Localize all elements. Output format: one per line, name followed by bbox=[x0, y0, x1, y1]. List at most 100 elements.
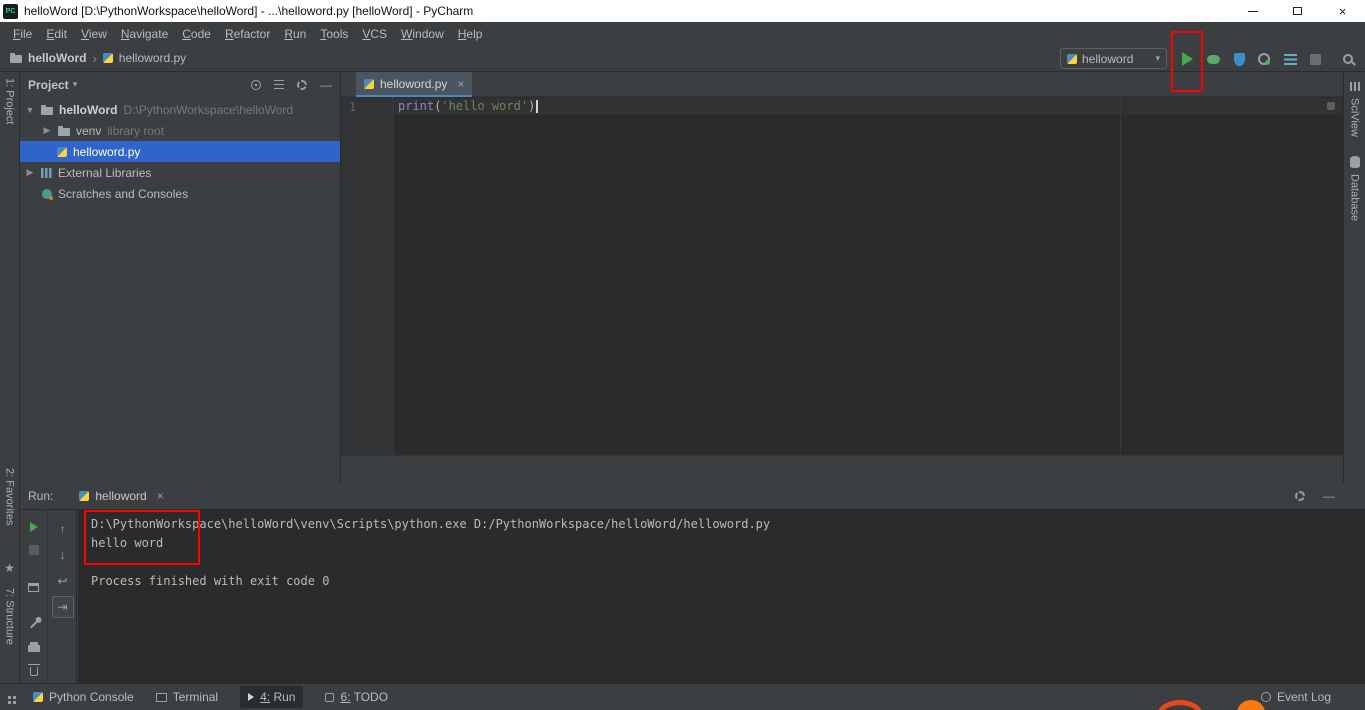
run-configuration-select[interactable]: helloword ▾ bbox=[1060, 48, 1167, 69]
folder-icon bbox=[10, 53, 22, 63]
code-line-1: print('hello word') bbox=[398, 99, 539, 113]
menu-file[interactable]: File bbox=[6, 24, 39, 44]
coverage-icon bbox=[1233, 52, 1245, 66]
run-panel-body: ↑ ↓ ↩ ⇥ D:\PythonWorkspace\helloWord\ven… bbox=[20, 509, 1365, 683]
menu-view[interactable]: View bbox=[74, 24, 114, 44]
text-caret bbox=[536, 100, 539, 113]
statusbar-python-console[interactable]: Python Console bbox=[33, 690, 134, 704]
tool-stripe-sciview[interactable]: SciView bbox=[1349, 98, 1361, 137]
soft-wrap-button[interactable]: ↩ bbox=[52, 570, 74, 592]
breadcrumb-file[interactable]: helloword.py bbox=[119, 51, 186, 65]
clear-console-button[interactable] bbox=[23, 661, 45, 679]
scratches-icon bbox=[42, 188, 53, 200]
console-command-line: D:\PythonWorkspace\helloWord\venv\Script… bbox=[91, 517, 771, 531]
tree-row-project-root[interactable]: ▼ helloWord D:\PythonWorkspace\helloWord bbox=[20, 99, 340, 120]
tree-collapsed-icon[interactable]: ▶ bbox=[25, 167, 35, 178]
console-output-line: hello word bbox=[91, 536, 164, 550]
run-console-output[interactable]: D:\PythonWorkspace\helloWord\venv\Script… bbox=[78, 510, 1365, 683]
menu-run[interactable]: Run bbox=[277, 24, 313, 44]
pin-tab-button[interactable] bbox=[23, 616, 45, 634]
tab-close-icon[interactable]: × bbox=[457, 77, 464, 91]
editor-bottom-strip bbox=[341, 455, 1343, 483]
database-icon[interactable] bbox=[1349, 156, 1360, 168]
todo-icon bbox=[325, 692, 335, 702]
navigation-toolbar: helloWord › helloword.py helloword ▾ bbox=[0, 45, 1365, 72]
annotation-box-console-output bbox=[84, 510, 200, 565]
search-everywhere-button[interactable] bbox=[1340, 52, 1356, 66]
tree-row-external-libraries[interactable]: ▶ External Libraries bbox=[20, 162, 340, 183]
editor-gutter: 1 bbox=[341, 97, 394, 455]
library-icon bbox=[41, 167, 52, 178]
up-stack-trace-button[interactable]: ↑ bbox=[52, 518, 74, 540]
menu-navigate[interactable]: Navigate bbox=[114, 24, 175, 44]
run-dashboard-button[interactable] bbox=[1282, 52, 1298, 66]
menu-edit[interactable]: Edit bbox=[39, 24, 74, 44]
restore-button[interactable] bbox=[1275, 0, 1320, 22]
run-label: 4: Run bbox=[260, 690, 296, 704]
rerun-button[interactable] bbox=[23, 518, 45, 536]
project-root-path: D:\PythonWorkspace\helloWord bbox=[123, 102, 294, 117]
menu-refactor[interactable]: Refactor bbox=[218, 24, 277, 44]
star-icon[interactable]: ★ bbox=[4, 561, 15, 575]
down-stack-trace-button[interactable]: ↓ bbox=[52, 544, 74, 566]
menu-help[interactable]: Help bbox=[451, 24, 490, 44]
tool-stripe-project[interactable]: 1: Project bbox=[4, 78, 16, 124]
menu-code[interactable]: Code bbox=[175, 24, 218, 44]
tree-row-helloword-py[interactable]: helloword.py bbox=[20, 141, 340, 162]
statusbar-terminal[interactable]: Terminal bbox=[155, 690, 218, 704]
tab-helloword-py[interactable]: helloword.py × bbox=[356, 72, 473, 97]
annotation-box-run-button bbox=[1171, 31, 1203, 92]
project-panel-title[interactable]: Project bbox=[28, 78, 69, 92]
hide-panel-icon[interactable]: — bbox=[1323, 489, 1335, 503]
breadcrumb-project[interactable]: helloWord bbox=[28, 51, 86, 65]
python-config-icon bbox=[79, 491, 90, 501]
print-button[interactable] bbox=[23, 638, 45, 656]
scroll-to-end-button[interactable]: ⇥ bbox=[51, 596, 74, 618]
debug-button[interactable] bbox=[1205, 52, 1221, 66]
restore-icon bbox=[1293, 7, 1302, 15]
close-button[interactable]: × bbox=[1320, 0, 1365, 22]
bug-icon bbox=[1206, 54, 1220, 64]
minimize-button[interactable] bbox=[1230, 0, 1275, 22]
tree-row-venv[interactable]: ▶ venv library root bbox=[20, 120, 340, 141]
scratches-label: Scratches and Consoles bbox=[58, 186, 189, 201]
sciview-icon[interactable] bbox=[1349, 82, 1360, 91]
external-libraries-label: External Libraries bbox=[58, 165, 152, 180]
locate-file-icon[interactable] bbox=[251, 79, 261, 90]
python-console-icon bbox=[33, 692, 43, 702]
tool-stripe-structure[interactable]: 7: Structure bbox=[4, 588, 16, 645]
pycharm-logo-icon: PC bbox=[3, 3, 18, 19]
tool-stripe-database[interactable]: Database bbox=[1349, 174, 1361, 221]
tree-expanded-icon[interactable]: ▼ bbox=[25, 105, 35, 115]
statusbar-run[interactable]: 4: Run bbox=[240, 686, 304, 708]
tree-collapsed-icon[interactable]: ▶ bbox=[42, 125, 52, 136]
gear-icon[interactable] bbox=[297, 79, 307, 90]
trash-icon bbox=[27, 663, 40, 676]
stop-button[interactable] bbox=[1307, 52, 1323, 66]
code-string: 'hello word' bbox=[441, 99, 529, 113]
tool-stripe-favorites[interactable]: 2: Favorites bbox=[4, 468, 16, 525]
chevron-down-icon[interactable]: ▾ bbox=[73, 79, 78, 90]
menu-tools[interactable]: Tools bbox=[313, 24, 355, 44]
restore-layout-button[interactable] bbox=[23, 578, 45, 596]
menu-window[interactable]: Window bbox=[394, 24, 451, 44]
profiler-button[interactable] bbox=[1256, 52, 1272, 66]
python-file-icon bbox=[364, 78, 374, 89]
menu-vcs[interactable]: VCS bbox=[355, 24, 394, 44]
toolwindow-switcher-icon[interactable] bbox=[8, 695, 11, 699]
code-editor[interactable]: 1 print('hello word') bbox=[341, 97, 1343, 455]
statusbar-event-log[interactable]: Event Log bbox=[1260, 690, 1355, 704]
run-with-coverage-button[interactable] bbox=[1231, 52, 1247, 66]
tree-row-scratches[interactable]: Scratches and Consoles bbox=[20, 183, 340, 204]
tab-close-icon[interactable]: × bbox=[157, 489, 164, 503]
python-file-icon bbox=[102, 53, 113, 63]
stop-button[interactable] bbox=[23, 540, 45, 558]
run-tab-helloword[interactable]: helloword × bbox=[75, 483, 167, 509]
event-log-label: Event Log bbox=[1276, 690, 1331, 704]
hide-panel-icon[interactable]: — bbox=[320, 78, 332, 92]
gear-icon[interactable] bbox=[1295, 491, 1305, 501]
inspection-indicator-icon[interactable] bbox=[1327, 102, 1335, 110]
statusbar-todo[interactable]: 6: TODO bbox=[325, 690, 388, 704]
stop-icon bbox=[1309, 53, 1321, 65]
collapse-all-icon[interactable] bbox=[274, 80, 284, 89]
